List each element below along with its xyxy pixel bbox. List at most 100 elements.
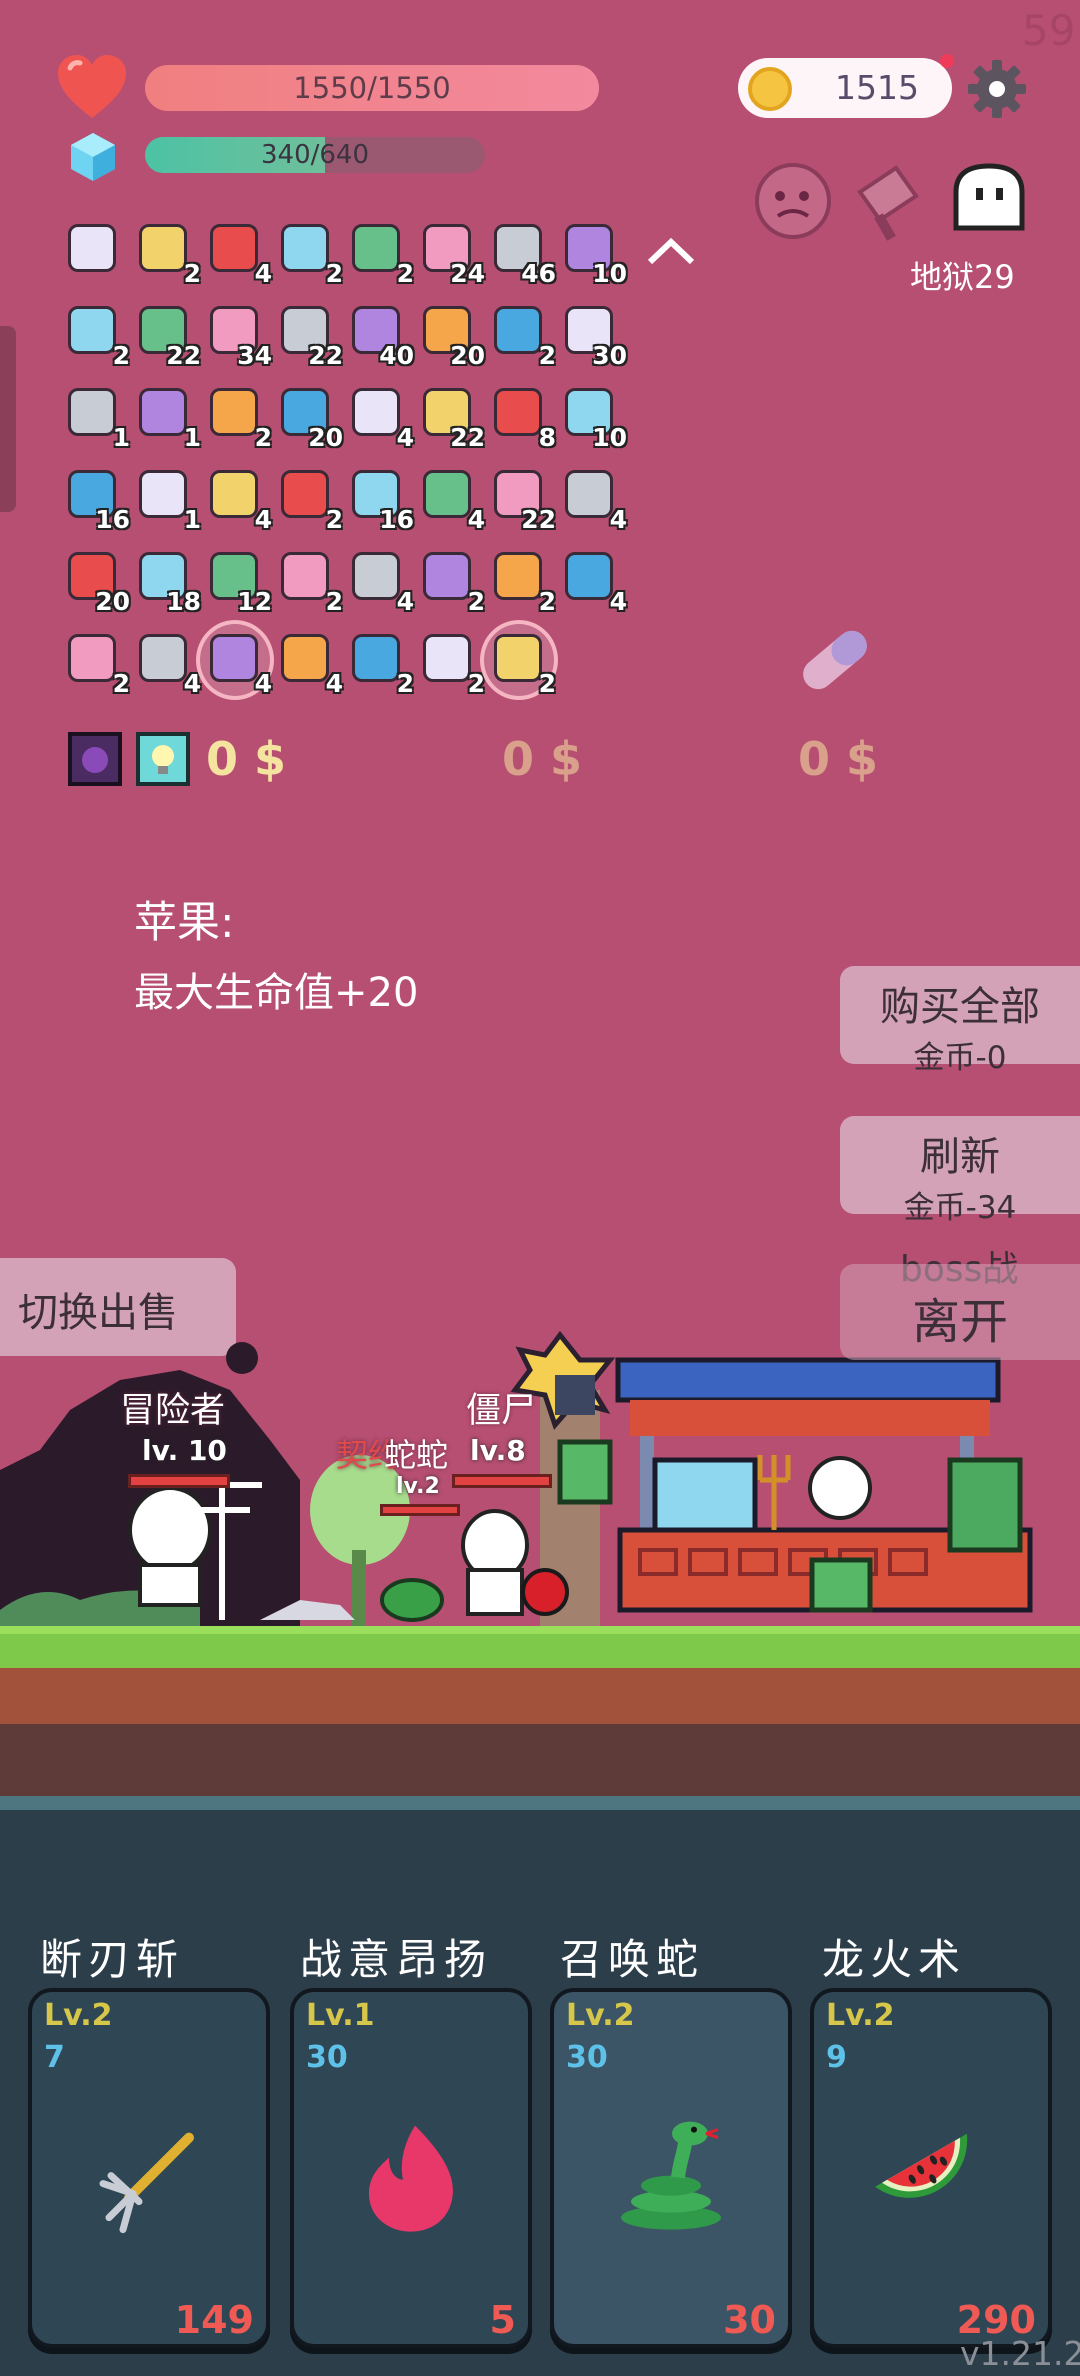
inventory-item[interactable] bbox=[62, 220, 124, 282]
item-count: 2 bbox=[538, 341, 556, 370]
mana-crystal-icon bbox=[71, 133, 115, 181]
player-level: lv. 10 bbox=[142, 1434, 227, 1467]
leave-button[interactable]: 离开 bbox=[840, 1264, 1080, 1360]
inventory-item[interactable]: 20 bbox=[417, 302, 485, 370]
inventory-item[interactable]: 16 bbox=[346, 466, 414, 534]
refresh-cost: 金币-34 bbox=[903, 1190, 1017, 1226]
inventory-item[interactable]: 2 bbox=[346, 220, 414, 288]
inventory-item[interactable]: 4 bbox=[204, 220, 272, 288]
buy-all-label: 购买全部 bbox=[880, 984, 1040, 1030]
inventory-item[interactable]: 30 bbox=[559, 302, 627, 370]
ice-cream-icon bbox=[210, 388, 258, 436]
inventory-item[interactable]: 1 bbox=[62, 384, 130, 452]
price-3: 0 $ bbox=[798, 732, 879, 786]
dice-icon bbox=[139, 388, 187, 436]
skill-name-2: 战意昂扬 bbox=[300, 1935, 493, 1984]
pet-level: lv.2 bbox=[396, 1474, 440, 1499]
inventory-item[interactable]: 2 bbox=[275, 220, 343, 288]
inventory-item[interactable]: 10 bbox=[559, 384, 627, 452]
biohazard-icon bbox=[210, 224, 258, 272]
inventory-item[interactable]: 2 bbox=[62, 302, 130, 370]
ghost-status-icon[interactable] bbox=[946, 158, 1032, 244]
egg-icon bbox=[210, 470, 258, 518]
skill-name-4: 龙火术 bbox=[822, 1935, 967, 1984]
inventory-item[interactable]: 1 bbox=[133, 466, 201, 534]
inventory-item[interactable]: 4 bbox=[559, 548, 627, 616]
inventory-item[interactable]: 8 bbox=[488, 384, 556, 452]
collapse-chevron-icon[interactable] bbox=[646, 236, 696, 266]
skill-card-summon-snake[interactable]: Lv.2 30 30 bbox=[550, 1988, 792, 2348]
skill-cost: 30 bbox=[566, 2040, 608, 2075]
item-count: 10 bbox=[592, 423, 627, 452]
skill-card-broken-blade[interactable]: Lv.2 7 149 bbox=[28, 1988, 270, 2348]
inventory-item[interactable]: 4 bbox=[133, 630, 201, 698]
inventory-item[interactable]: 4 bbox=[204, 466, 272, 534]
inventory-item[interactable]: 12 bbox=[204, 548, 272, 616]
gear-icon[interactable] bbox=[964, 56, 1030, 122]
skill-level: Lv.1 bbox=[306, 1998, 375, 2033]
tv-icon bbox=[139, 224, 187, 272]
inventory-item[interactable]: 4 bbox=[275, 630, 343, 698]
item-count: 2 bbox=[538, 669, 556, 698]
inventory-item[interactable]: 24 bbox=[417, 220, 485, 288]
inventory-item[interactable]: 22 bbox=[488, 466, 556, 534]
star-card-icon bbox=[565, 552, 613, 600]
skill-level: Lv.2 bbox=[826, 1998, 895, 2033]
inventory-item[interactable]: 2 bbox=[417, 548, 485, 616]
inventory-item[interactable]: 22 bbox=[417, 384, 485, 452]
item-count: 12 bbox=[237, 587, 272, 616]
inventory-item[interactable]: 2 bbox=[275, 466, 343, 534]
inventory-item[interactable]: 34 bbox=[204, 302, 272, 370]
lightbulb-card-icon[interactable] bbox=[136, 732, 190, 786]
inventory-item[interactable]: 1 bbox=[133, 384, 201, 452]
item-count: 20 bbox=[450, 341, 485, 370]
item-count: 40 bbox=[379, 341, 414, 370]
inventory-item[interactable]: 20 bbox=[275, 384, 343, 452]
shirt-icon bbox=[139, 634, 187, 682]
item-count: 2 bbox=[325, 587, 343, 616]
skill-card-battle-spirit[interactable]: Lv.1 30 5 bbox=[290, 1988, 532, 2348]
curse-status-icon[interactable] bbox=[750, 158, 836, 244]
inventory-item[interactable]: 16 bbox=[62, 466, 130, 534]
cleaver-status-icon[interactable] bbox=[846, 158, 932, 244]
inventory-item[interactable]: 2 bbox=[346, 630, 414, 698]
inventory-item[interactable]: 2 bbox=[62, 630, 130, 698]
item-count: 1 bbox=[183, 423, 201, 452]
inventory-item[interactable]: 22 bbox=[133, 302, 201, 370]
notification-dot bbox=[940, 54, 954, 68]
inventory-item[interactable]: 46 bbox=[488, 220, 556, 288]
side-drawer-tab[interactable] bbox=[0, 326, 16, 512]
inventory-item[interactable]: 2 bbox=[133, 220, 201, 288]
refresh-label: 刷新 bbox=[920, 1134, 1000, 1180]
inventory-item[interactable]: 20 bbox=[62, 548, 130, 616]
item-count: 4 bbox=[325, 669, 343, 698]
inventory-item[interactable]: 18 bbox=[133, 548, 201, 616]
scroll-icon bbox=[565, 470, 613, 518]
ghost-pill-icon bbox=[803, 630, 867, 690]
inventory-item[interactable]: 2 bbox=[417, 630, 485, 698]
version-label: v1.21.2 bbox=[960, 2334, 1080, 2373]
inventory-item[interactable]: 4 bbox=[417, 466, 485, 534]
skill-card-dragon-fire[interactable]: Lv.2 9 290 bbox=[810, 1988, 1052, 2348]
inventory-item[interactable]: 4 bbox=[346, 548, 414, 616]
inventory-item[interactable]: 2 bbox=[480, 620, 558, 700]
inventory-item[interactable]: 10 bbox=[559, 220, 627, 288]
inventory-item[interactable]: 40 bbox=[346, 302, 414, 370]
inventory-item[interactable]: 2 bbox=[488, 548, 556, 616]
dirt-ground bbox=[0, 1668, 1080, 1724]
item-count: 22 bbox=[166, 341, 201, 370]
inventory-item[interactable]: 2 bbox=[275, 548, 343, 616]
inventory-item[interactable]: 4 bbox=[559, 466, 627, 534]
item-count: 2 bbox=[396, 259, 414, 288]
tulip-icon bbox=[352, 552, 400, 600]
inventory-item[interactable]: 4 bbox=[196, 620, 274, 700]
inventory-item[interactable]: 2 bbox=[204, 384, 272, 452]
buy-all-button[interactable]: 购买全部 金币-0 bbox=[840, 966, 1080, 1076]
refresh-button[interactable]: 刷新 金币-34 bbox=[840, 1116, 1080, 1226]
inventory-item[interactable]: 2 bbox=[488, 302, 556, 370]
demon-card-icon[interactable] bbox=[68, 732, 122, 786]
inventory-item[interactable]: 4 bbox=[346, 384, 414, 452]
item-name: 苹果: bbox=[134, 898, 235, 948]
item-count: 10 bbox=[592, 259, 627, 288]
inventory-item[interactable]: 22 bbox=[275, 302, 343, 370]
